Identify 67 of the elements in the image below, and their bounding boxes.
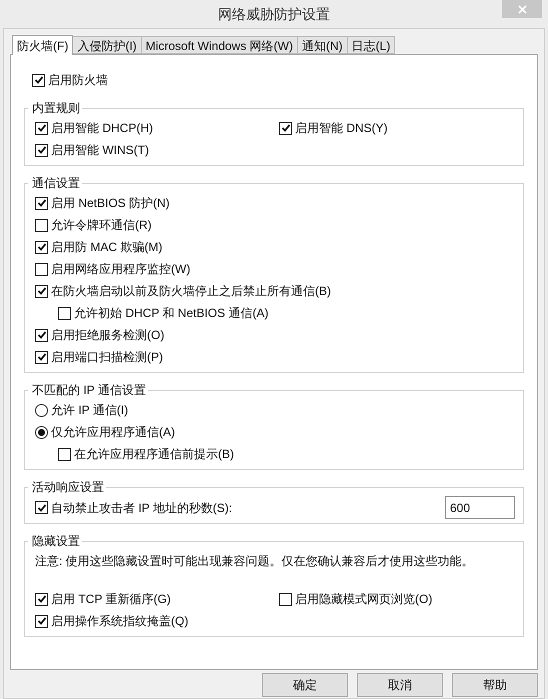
group-title: 通信设置 xyxy=(28,175,82,191)
checkmark-icon xyxy=(36,594,46,604)
checkbox[interactable] xyxy=(35,262,48,276)
checkbox[interactable] xyxy=(279,592,292,606)
close-icon xyxy=(518,4,526,14)
checkbox[interactable] xyxy=(279,122,292,134)
checkbox-label: 启用隐藏模式网页浏览(O) xyxy=(295,591,432,608)
checkbox-label: 启用 TCP 重新循序(G) xyxy=(51,591,171,608)
checkbox[interactable] xyxy=(35,240,48,254)
checkbox[interactable] xyxy=(35,328,48,342)
checkbox-label: 启用智能 DNS(Y) xyxy=(295,120,388,137)
checkbox[interactable] xyxy=(35,122,48,134)
checkbox[interactable] xyxy=(35,614,48,628)
dialog-button[interactable]: 取消 xyxy=(357,673,443,697)
checkbox-label: 启用端口扫描检测(P) xyxy=(51,349,163,366)
checkmark-icon xyxy=(36,286,46,296)
checkmark-icon xyxy=(36,145,46,155)
tab[interactable]: 入侵防护(I) xyxy=(73,36,142,54)
checkbox[interactable] xyxy=(58,306,71,320)
checkbox-label: 启用网络应用程序监控(W) xyxy=(51,261,190,278)
group-title: 隐藏设置 xyxy=(28,533,82,549)
checkbox[interactable] xyxy=(35,144,48,156)
checkbox-label: 启用 NetBIOS 防护(N) xyxy=(51,195,170,212)
group-title: 活动响应设置 xyxy=(28,479,106,495)
seconds-input[interactable]: 600 xyxy=(445,496,515,519)
checkbox-label: 启用智能 WINS(T) xyxy=(51,142,149,159)
radio-label: 允许 IP 通信(I) xyxy=(51,402,128,419)
group-title: 不匹配的 IP 通信设置 xyxy=(28,382,148,398)
tab[interactable]: Microsoft Windows 网络(W) xyxy=(142,36,298,54)
checkbox-label: 启用拒绝服务检测(O) xyxy=(51,327,164,344)
checkbox[interactable] xyxy=(58,448,71,460)
dialog-button[interactable]: 确定 xyxy=(262,673,348,697)
checkmark-icon xyxy=(280,123,290,133)
checkbox[interactable] xyxy=(35,284,48,298)
checkbox[interactable] xyxy=(35,350,48,364)
checkbox[interactable] xyxy=(35,196,48,210)
tab[interactable]: 防火墙(F) xyxy=(12,35,74,55)
checkmark-icon xyxy=(36,352,46,362)
tab[interactable]: 通知(N) xyxy=(298,36,348,54)
checkbox-label: 启用操作系统指纹掩盖(Q) xyxy=(51,613,188,630)
checkbox[interactable] xyxy=(35,501,48,514)
dialog-button[interactable]: 帮助 xyxy=(452,673,538,697)
group-title: 内置规则 xyxy=(28,100,82,116)
checkmark-icon xyxy=(36,198,46,208)
checkmark-icon xyxy=(36,242,46,252)
checkmark-icon xyxy=(34,75,44,85)
radio-label: 仅允许应用程序通信(A) xyxy=(51,424,175,441)
checkmark-icon xyxy=(36,502,46,512)
checkbox[interactable] xyxy=(35,218,48,232)
checkmark-icon xyxy=(36,123,46,133)
checkbox-label: 启用防 MAC 欺骗(M) xyxy=(51,239,162,256)
radio-button[interactable] xyxy=(35,404,48,416)
note-text: 注意: 使用这些隐藏设置时可能出现兼容问题。仅在您确认兼容后才使用这些功能。 xyxy=(35,553,475,570)
checkmark-icon xyxy=(36,330,46,340)
checkbox-label: 允许令牌环通信(R) xyxy=(51,217,152,234)
checkbox-label: 在防火墙启动以前及防火墙停止之后禁止所有通信(B) xyxy=(51,283,331,300)
checkbox-label: 启用防火墙 xyxy=(48,72,108,89)
checkbox[interactable] xyxy=(35,592,48,606)
radio-button[interactable] xyxy=(35,426,48,438)
tab[interactable]: 日志(L) xyxy=(348,36,396,54)
checkbox-label: 在允许应用程序通信前提示(B) xyxy=(74,446,234,463)
window-title: 网络威胁防护设置 xyxy=(218,4,330,24)
checkmark-icon xyxy=(36,616,46,626)
checkbox-label: 自动禁止攻击者 IP 地址的秒数(S): xyxy=(51,500,232,516)
checkbox[interactable] xyxy=(32,74,45,86)
checkbox-label: 启用智能 DHCP(H) xyxy=(51,120,153,137)
checkbox-label: 允许初始 DHCP 和 NetBIOS 通信(A) xyxy=(74,305,268,322)
